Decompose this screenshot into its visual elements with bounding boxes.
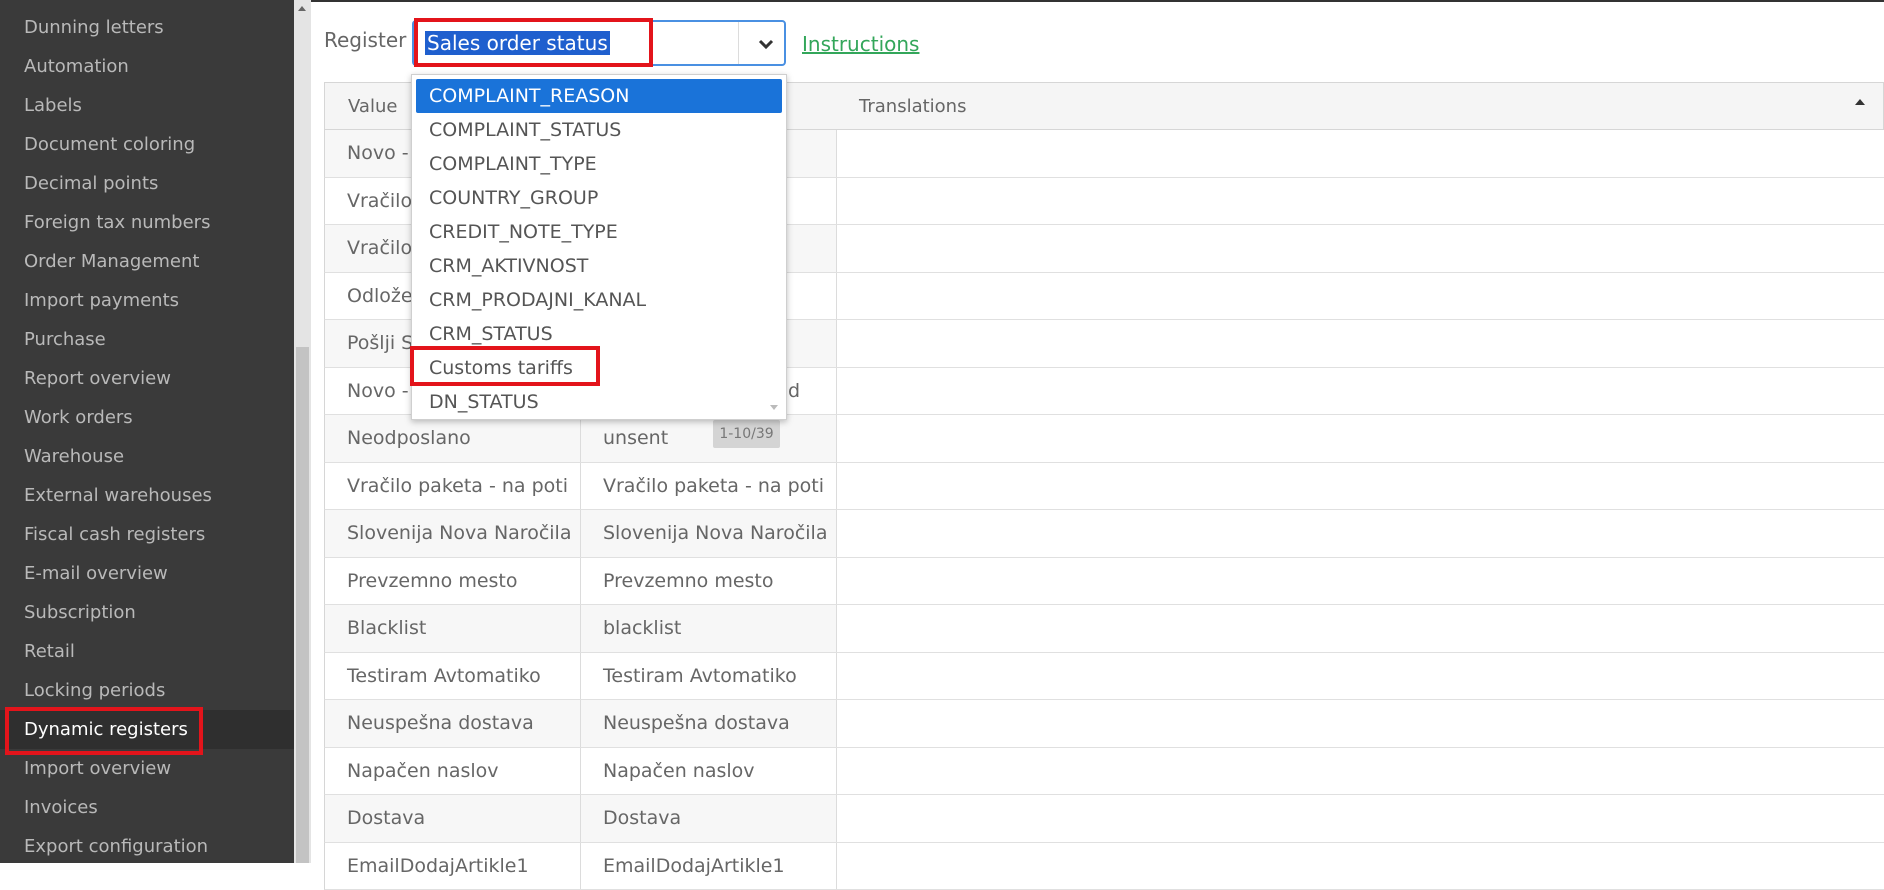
chevron-down-icon[interactable] xyxy=(756,34,776,54)
sidebar-item-external-warehouses[interactable]: External warehouses xyxy=(0,476,294,515)
table-row[interactable]: Neuspešna dostava Neuspešna dostava xyxy=(324,700,1884,748)
cell-value: Blacklist xyxy=(325,605,581,652)
cell-translations xyxy=(837,178,1884,225)
cell-translations xyxy=(837,748,1884,795)
cell-translations xyxy=(837,320,1884,367)
sidebar-scrollbar[interactable] xyxy=(294,0,311,863)
register-select[interactable]: Sales order status xyxy=(412,20,786,66)
cell-translations xyxy=(837,225,1884,272)
dropdown-option-country-group[interactable]: COUNTRY_GROUP xyxy=(416,181,782,215)
cell-code: Testiram Avtomatiko xyxy=(581,653,837,700)
cell-translations xyxy=(837,843,1884,890)
cell-value: Dostava xyxy=(325,795,581,842)
sidebar-item-report-overview[interactable]: Report overview xyxy=(0,359,294,398)
table-row[interactable]: Slovenija Nova Naročila Slovenija Nova N… xyxy=(324,510,1884,558)
cell-translations xyxy=(837,415,1884,462)
dropdown-option-complaint-status[interactable]: COMPLAINT_STATUS xyxy=(416,113,782,147)
sidebar-item-retail[interactable]: Retail xyxy=(0,632,294,671)
cell-translations xyxy=(837,368,1884,415)
table-row[interactable]: Prevzemno mesto Prevzemno mesto xyxy=(324,558,1884,606)
cell-translations xyxy=(837,700,1884,747)
sidebar-item-automation[interactable]: Automation xyxy=(0,47,294,86)
cell-code: unsent xyxy=(581,415,837,462)
cell-translations xyxy=(837,273,1884,320)
dropdown-option-crm-aktivnost[interactable]: CRM_AKTIVNOST xyxy=(416,249,782,283)
sidebar-item-email-overview[interactable]: E-mail overview xyxy=(0,554,294,593)
sidebar-item-decimal-points[interactable]: Decimal points xyxy=(0,164,294,203)
instructions-link[interactable]: Instructions xyxy=(802,32,919,56)
table-row[interactable]: Napačen naslov Napačen naslov xyxy=(324,748,1884,796)
sidebar-item-order-management[interactable]: Order Management xyxy=(0,242,294,281)
cell-value: Slovenija Nova Naročila xyxy=(325,510,581,557)
sidebar-item-export-configuration[interactable]: Export configuration xyxy=(0,827,294,866)
cell-translations xyxy=(837,463,1884,510)
dropdown-scroll-down-icon[interactable] xyxy=(770,405,778,410)
cell-translations xyxy=(837,795,1884,842)
table-row[interactable]: Vračilo paketa - na poti Vračilo paketa … xyxy=(324,463,1884,511)
sidebar-item-import-payments[interactable]: Import payments xyxy=(0,281,294,320)
cell-code: blacklist xyxy=(581,605,837,652)
sidebar-item-invoices[interactable]: Invoices xyxy=(0,788,294,827)
sidebar-item-dunning-letters[interactable]: Dunning letters xyxy=(0,8,294,47)
register-dropdown-list[interactable]: COMPLAINT_REASON COMPLAINT_STATUS COMPLA… xyxy=(411,74,787,420)
cell-value: Vračilo paketa - na poti xyxy=(325,463,581,510)
dropdown-option-customs-tariffs[interactable]: Customs tariffs xyxy=(416,351,782,385)
dropdown-option-crm-prodajni-kanal[interactable]: CRM_PRODAJNI_KANAL xyxy=(416,283,782,317)
cell-translations xyxy=(837,558,1884,605)
sidebar-item-locking-periods[interactable]: Locking periods xyxy=(0,671,294,710)
sidebar-item-labels[interactable]: Labels xyxy=(0,86,294,125)
sidebar-item-document-coloring[interactable]: Document coloring xyxy=(0,125,294,164)
cell-code: Neuspešna dostava xyxy=(581,700,837,747)
cell-value: Neodposlano xyxy=(325,415,581,462)
cell-value: Testiram Avtomatiko xyxy=(325,653,581,700)
sidebar-item-work-orders[interactable]: Work orders xyxy=(0,398,294,437)
table-row[interactable]: Neodposlano unsent xyxy=(324,415,1884,463)
cell-code: Prevzemno mesto xyxy=(581,558,837,605)
select-divider xyxy=(738,22,739,64)
table-row[interactable]: Dostava Dostava xyxy=(324,795,1884,843)
sidebar-item-purchase[interactable]: Purchase xyxy=(0,320,294,359)
table-row[interactable]: Blacklist blacklist xyxy=(324,605,1884,653)
cell-code: Napačen naslov xyxy=(581,748,837,795)
sidebar-item-dynamic-registers[interactable]: Dynamic registers xyxy=(0,710,294,749)
table-row[interactable]: EmailDodajArtikle1 EmailDodajArtikle1 xyxy=(324,843,1884,890)
cell-translations xyxy=(837,130,1884,177)
cell-value: Neuspešna dostava xyxy=(325,700,581,747)
pager-badge: 1-10/39 xyxy=(713,420,780,448)
column-header-value[interactable]: Value xyxy=(348,96,397,117)
cell-code: EmailDodajArtikle1 xyxy=(581,843,837,890)
scroll-up-arrow-icon[interactable] xyxy=(298,6,306,11)
dropdown-option-complaint-type[interactable]: COMPLAINT_TYPE xyxy=(416,147,782,181)
sidebar-item-warehouse[interactable]: Warehouse xyxy=(0,437,294,476)
cell-translations xyxy=(837,510,1884,557)
cell-code: Slovenija Nova Naročila xyxy=(581,510,837,557)
sidebar-item-subscription[interactable]: Subscription xyxy=(0,593,294,632)
dropdown-option-dn-status[interactable]: DN_STATUS xyxy=(416,385,782,419)
register-label: Register xyxy=(324,28,406,52)
dropdown-option-crm-status[interactable]: CRM_STATUS xyxy=(416,317,782,351)
column-header-translations[interactable]: Translations xyxy=(859,96,966,117)
sidebar: Dunning letters Automation Labels Docume… xyxy=(0,0,294,863)
top-border xyxy=(311,0,1884,2)
sidebar-item-fiscal-cash-registers[interactable]: Fiscal cash registers xyxy=(0,515,294,554)
register-select-value[interactable]: Sales order status xyxy=(425,31,610,55)
cell-value: Prevzemno mesto xyxy=(325,558,581,605)
scrollbar-thumb[interactable] xyxy=(296,347,309,863)
table-row[interactable]: Testiram Avtomatiko Testiram Avtomatiko xyxy=(324,653,1884,701)
dropdown-option-credit-note-type[interactable]: CREDIT_NOTE_TYPE xyxy=(416,215,782,249)
cell-code: Dostava xyxy=(581,795,837,842)
cell-translations xyxy=(837,653,1884,700)
cell-translations xyxy=(837,605,1884,652)
cell-value: Napačen naslov xyxy=(325,748,581,795)
cell-code: Vračilo paketa - na poti xyxy=(581,463,837,510)
sidebar-item-import-overview[interactable]: Import overview xyxy=(0,749,294,788)
cell-value: EmailDodajArtikle1 xyxy=(325,843,581,890)
sidebar-item-foreign-tax-numbers[interactable]: Foreign tax numbers xyxy=(0,203,294,242)
sort-ascending-icon[interactable] xyxy=(1855,99,1865,105)
dropdown-option-complaint-reason[interactable]: COMPLAINT_REASON xyxy=(416,79,782,113)
